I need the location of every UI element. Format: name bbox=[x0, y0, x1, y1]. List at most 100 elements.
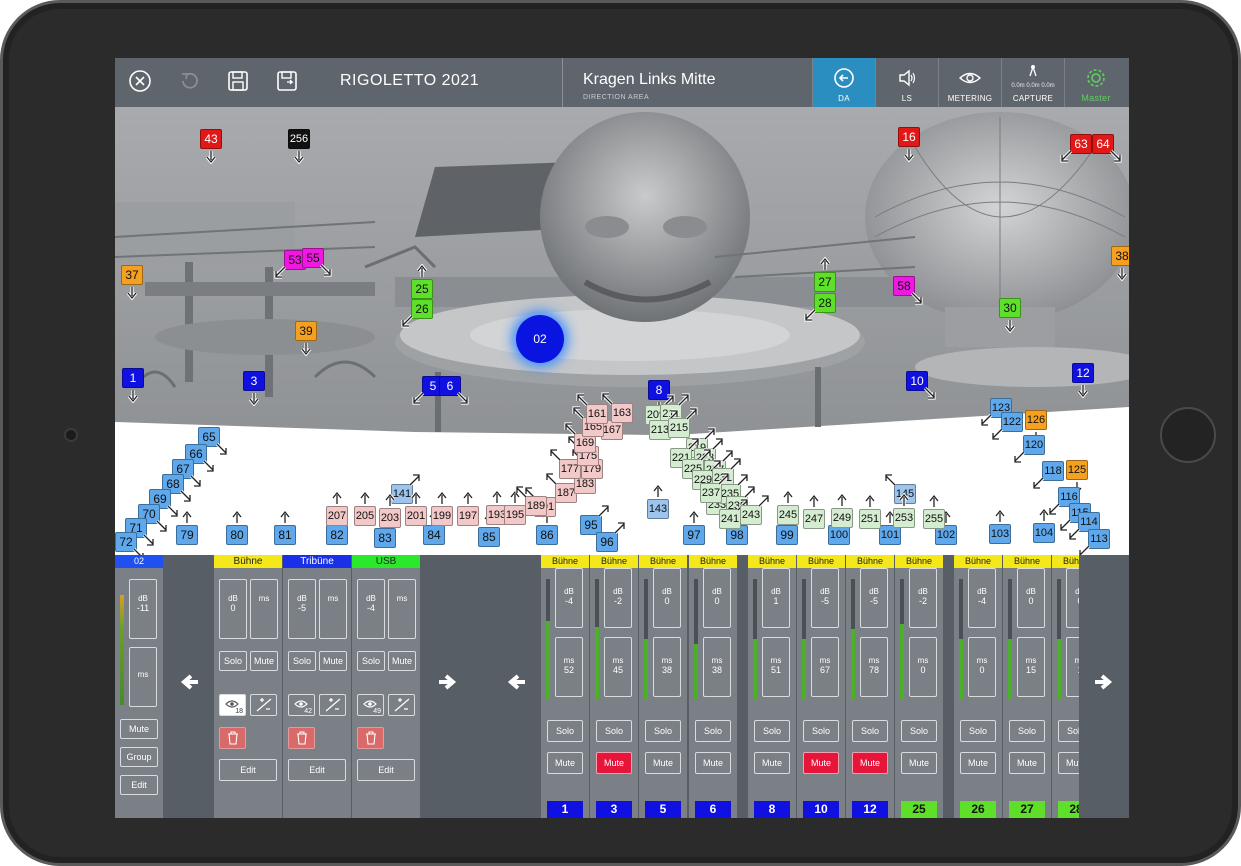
source-marker[interactable]: 26 bbox=[411, 299, 433, 319]
solo-button[interactable]: Solo bbox=[1058, 720, 1079, 742]
source-marker[interactable]: 237 bbox=[700, 483, 722, 503]
channel-gain-readout[interactable]: dB 1 bbox=[762, 568, 790, 628]
edit-button[interactable]: Edit bbox=[120, 775, 158, 795]
channels-scroll-left-arrow-icon[interactable] bbox=[507, 672, 527, 698]
stage-view[interactable]: 02 43 256 16 63 64 37 53 55 25 26 39 27 28 58 30 38 1 3 5 6… bbox=[115, 107, 1129, 555]
channel-delay-readout[interactable]: ms 52 bbox=[555, 637, 583, 697]
channel-delay-readout[interactable]: ms 38 bbox=[703, 637, 731, 697]
source-marker[interactable]: 100 bbox=[828, 525, 850, 545]
tab-ls[interactable]: LS bbox=[875, 58, 938, 107]
source-marker[interactable]: 43 bbox=[200, 129, 222, 149]
channel-gain-readout[interactable]: dB -5 bbox=[860, 568, 888, 628]
mute-button[interactable]: Mute bbox=[547, 752, 583, 774]
source-marker[interactable]: 63 bbox=[1070, 134, 1092, 154]
source-marker[interactable]: 215 bbox=[668, 418, 690, 438]
fade-icon[interactable] bbox=[388, 694, 415, 716]
channel-number[interactable]: 6 bbox=[695, 801, 731, 818]
group-gain-readout[interactable]: dB 0 bbox=[219, 579, 247, 639]
source-marker[interactable]: 12 bbox=[1072, 363, 1094, 383]
solo-button[interactable]: Solo bbox=[547, 720, 583, 742]
fade-icon[interactable] bbox=[250, 694, 277, 716]
save-as-icon[interactable] bbox=[274, 68, 304, 98]
mute-button[interactable]: Mute bbox=[1009, 752, 1045, 774]
solo-button[interactable]: Solo bbox=[596, 720, 632, 742]
source-marker[interactable]: 25 bbox=[411, 279, 433, 299]
channel-delay-readout[interactable]: ms 51 bbox=[762, 637, 790, 697]
source-marker[interactable]: 83 bbox=[374, 528, 396, 548]
mute-button[interactable]: Mute bbox=[960, 752, 996, 774]
selected-source-focus[interactable]: 02 bbox=[516, 315, 564, 363]
channel-gain-readout[interactable]: dB 0 bbox=[653, 568, 681, 628]
source-marker[interactable]: 247 bbox=[803, 509, 825, 529]
source-marker[interactable]: 104 bbox=[1033, 523, 1055, 543]
source-marker[interactable]: 81 bbox=[274, 525, 296, 545]
source-marker[interactable]: 122 bbox=[1001, 412, 1023, 432]
source-marker[interactable]: 39 bbox=[295, 321, 317, 341]
source-marker[interactable]: 103 bbox=[989, 524, 1011, 544]
group-button[interactable]: Group bbox=[120, 747, 158, 767]
source-marker[interactable]: 251 bbox=[859, 509, 881, 529]
channel-delay-readout[interactable]: ms 78 bbox=[860, 637, 888, 697]
channel-number[interactable]: 28 bbox=[1058, 801, 1079, 818]
solo-button[interactable]: Solo bbox=[901, 720, 937, 742]
group-delay-readout[interactable]: ms bbox=[250, 579, 278, 639]
channel-number[interactable]: 26 bbox=[960, 801, 996, 818]
solo-button[interactable]: Solo bbox=[852, 720, 888, 742]
channel-number[interactable]: 5 bbox=[645, 801, 681, 818]
source-marker[interactable]: 125 bbox=[1066, 460, 1088, 480]
home-button[interactable] bbox=[1160, 407, 1216, 463]
source-marker[interactable]: 27 bbox=[814, 272, 836, 292]
source-marker[interactable]: 163 bbox=[611, 403, 633, 423]
channel-gain-readout[interactable]: dB 0 bbox=[703, 568, 731, 628]
delete-icon[interactable] bbox=[219, 727, 246, 749]
channel-delay-readout[interactable]: ms 0 bbox=[968, 637, 996, 697]
channel-gain-readout[interactable]: dB -2 bbox=[604, 568, 632, 628]
source-marker[interactable]: 243 bbox=[740, 505, 762, 525]
tab-capture[interactable]: 0.0m 0.0m 0.0m CAPTURE bbox=[1001, 58, 1064, 107]
channel-gain-readout[interactable]: dB -4 bbox=[555, 568, 583, 628]
source-marker[interactable]: 118 bbox=[1042, 461, 1064, 481]
source-marker[interactable]: 197 bbox=[457, 506, 479, 526]
tab-master[interactable]: Master bbox=[1064, 58, 1127, 107]
channel-gain-readout[interactable]: dB -2 bbox=[909, 568, 937, 628]
source-marker[interactable]: 207 bbox=[326, 506, 348, 526]
solo-button[interactable]: Solo bbox=[645, 720, 681, 742]
source-marker[interactable]: 38 bbox=[1111, 246, 1129, 266]
source-marker[interactable]: 97 bbox=[683, 525, 705, 545]
source-marker[interactable]: 96 bbox=[596, 532, 618, 552]
fade-icon[interactable] bbox=[319, 694, 346, 716]
edit-button[interactable]: Edit bbox=[219, 759, 277, 781]
solo-button[interactable]: Solo bbox=[288, 651, 316, 671]
source-marker[interactable]: 86 bbox=[536, 525, 558, 545]
channel-delay-readout[interactable]: ms 38 bbox=[653, 637, 681, 697]
channel-delay-readout[interactable]: ms 15 bbox=[1017, 637, 1045, 697]
tab-da[interactable]: DA bbox=[812, 58, 875, 107]
mute-button[interactable]: Mute bbox=[388, 651, 416, 671]
mute-button[interactable]: Mute bbox=[695, 752, 731, 774]
solo-button[interactable]: Solo bbox=[754, 720, 790, 742]
source-marker[interactable]: 255 bbox=[923, 509, 945, 529]
source-marker[interactable]: 16 bbox=[898, 127, 920, 147]
source-marker[interactable]: 253 bbox=[893, 508, 915, 528]
undo-icon[interactable] bbox=[176, 68, 206, 98]
source-marker[interactable]: 99 bbox=[776, 525, 798, 545]
save-icon[interactable] bbox=[225, 68, 255, 98]
source-marker[interactable]: 203 bbox=[379, 508, 401, 528]
source-marker[interactable]: 189 bbox=[525, 496, 547, 516]
delete-icon[interactable] bbox=[288, 727, 315, 749]
source-marker[interactable]: 256 bbox=[288, 129, 310, 149]
source-marker[interactable]: 113 bbox=[1088, 529, 1110, 549]
visibility-toggle[interactable]: 42 bbox=[288, 694, 315, 716]
source-marker[interactable]: 143 bbox=[647, 499, 669, 519]
source-marker[interactable]: 205 bbox=[354, 506, 376, 526]
source-marker[interactable]: 37 bbox=[121, 265, 143, 285]
mute-button[interactable]: Mute bbox=[754, 752, 790, 774]
source-marker[interactable]: 101 bbox=[879, 525, 901, 545]
source-marker[interactable]: 201 bbox=[405, 506, 427, 526]
mute-button[interactable]: Mute bbox=[852, 752, 888, 774]
source-marker[interactable]: 241 bbox=[719, 509, 741, 529]
source-marker[interactable]: 1 bbox=[122, 368, 144, 388]
solo-button[interactable]: Solo bbox=[695, 720, 731, 742]
channels-scroll-right-arrow-icon[interactable] bbox=[1093, 672, 1113, 698]
source-marker[interactable]: 120 bbox=[1023, 435, 1045, 455]
